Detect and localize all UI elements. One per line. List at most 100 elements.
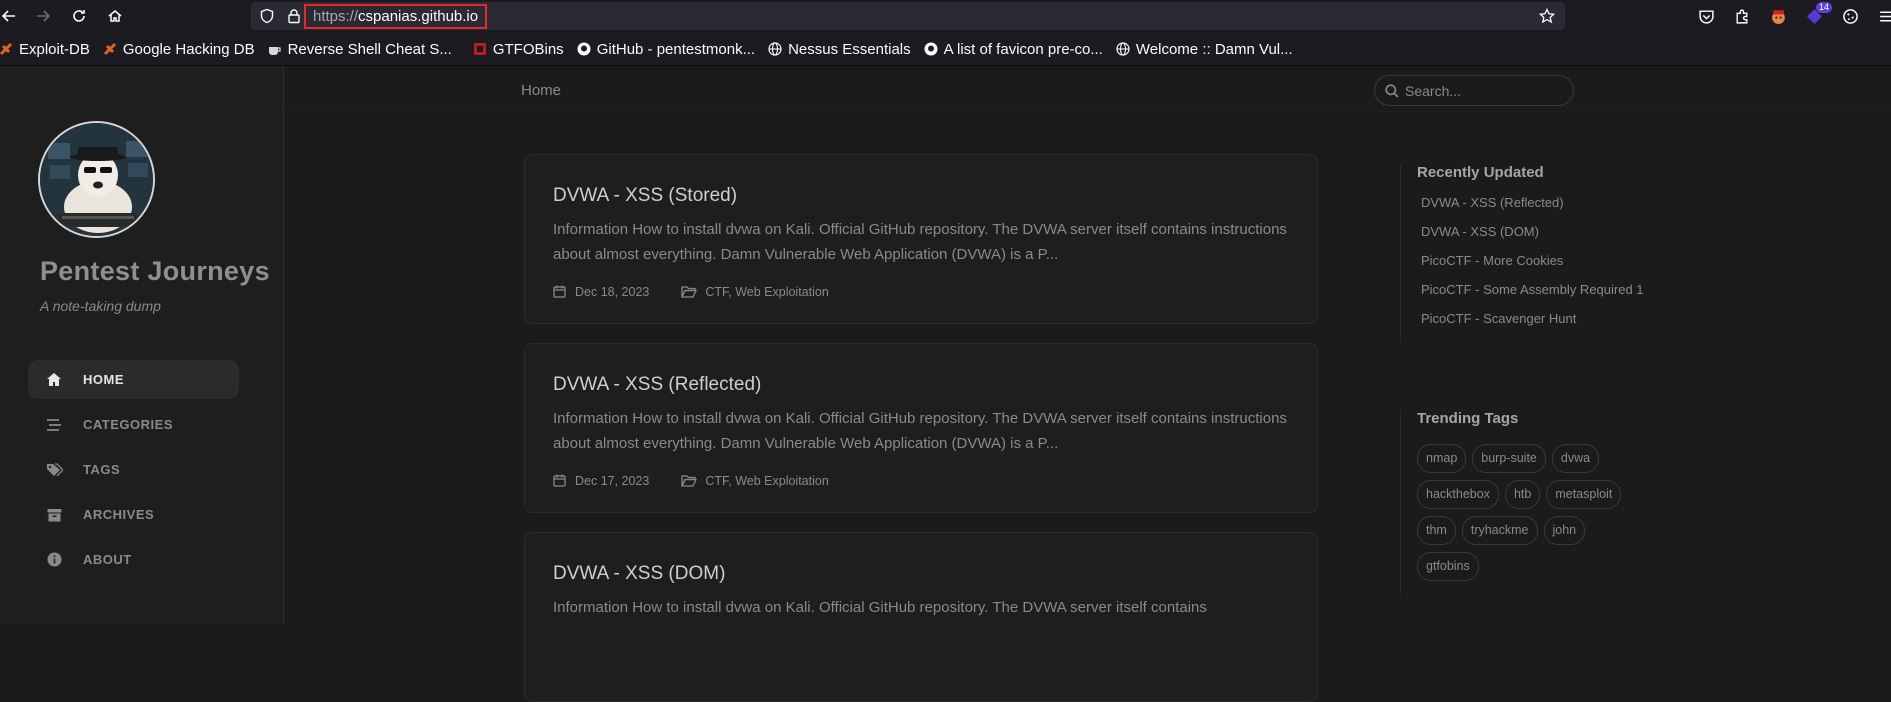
- back-button[interactable]: [0, 2, 23, 30]
- nav-item-archives[interactable]: ARCHIVES: [28, 495, 239, 534]
- post-excerpt: Information How to install dvwa on Kali.…: [553, 595, 1293, 620]
- ghdb-icon: [102, 41, 118, 57]
- shield-icon[interactable]: [259, 8, 275, 24]
- recent-post-link[interactable]: PicoCTF - Scavenger Hunt: [1421, 311, 1644, 340]
- tag-link[interactable]: tryhackme: [1462, 516, 1538, 545]
- tag-link[interactable]: nmap: [1417, 444, 1466, 473]
- recent-post-link[interactable]: DVWA - XSS (DOM): [1421, 224, 1644, 253]
- archive-icon: [45, 506, 63, 524]
- exploitdb-icon: [0, 41, 14, 57]
- github-icon: [576, 41, 592, 57]
- search-box[interactable]: [1374, 75, 1574, 106]
- tag-link[interactable]: thm: [1417, 516, 1456, 545]
- post-title[interactable]: DVWA - XSS (Reflected): [553, 374, 761, 396]
- page: Pentest Journeys A note-taking dump HOME…: [0, 66, 1891, 624]
- nav-item-categories[interactable]: CATEGORIES: [28, 405, 239, 444]
- lock-icon[interactable]: [286, 8, 302, 24]
- forward-button[interactable]: [29, 2, 57, 30]
- post-meta: Dec 18, 2023 CTF, Web Exploitation: [553, 285, 829, 299]
- pocket-button[interactable]: [1688, 3, 1724, 30]
- site-title[interactable]: Pentest Journeys: [40, 256, 270, 287]
- tag-link[interactable]: dvwa: [1552, 444, 1599, 473]
- post-excerpt: Information How to install dvwa on Kali.…: [553, 406, 1293, 456]
- arrow-right-icon: [35, 8, 51, 24]
- cookie-extension[interactable]: [1832, 3, 1868, 30]
- extensions-button[interactable]: [1724, 3, 1760, 30]
- tag-link[interactable]: gtfobins: [1417, 552, 1479, 581]
- toolbar-right-icons: 14: [1688, 3, 1891, 30]
- bookmark-favicon-list[interactable]: A list of favicon pre-co...: [917, 36, 1109, 62]
- globe-icon: [1115, 41, 1131, 57]
- recently-updated-panel: Recently Updated DVWA - XSS (Reflected) …: [1400, 164, 1644, 342]
- nav-item-about[interactable]: ABOUT: [28, 540, 239, 579]
- foxyproxy-extension[interactable]: [1760, 3, 1796, 30]
- tag-link[interactable]: burp-suite: [1472, 444, 1546, 473]
- post-card[interactable]: DVWA - XSS (Stored) Information How to i…: [524, 154, 1318, 324]
- url-host: cspanias.github.io: [358, 8, 478, 25]
- recent-post-link[interactable]: DVWA - XSS (Reflected): [1421, 195, 1644, 224]
- home-icon: [107, 8, 123, 24]
- avatar[interactable]: [38, 121, 155, 238]
- reload-icon: [71, 8, 87, 24]
- breadcrumb: Home: [521, 82, 561, 99]
- nav-label: ARCHIVES: [83, 507, 154, 522]
- bookmark-github-pentestmonkey[interactable]: GitHub - pentestmonk...: [570, 36, 761, 62]
- topbar: Home: [285, 66, 1891, 112]
- recent-post-link[interactable]: PicoCTF - Some Assembly Required 1: [1421, 282, 1644, 311]
- search-icon: [1385, 84, 1399, 98]
- bookmark-reverse-shell[interactable]: Reverse Shell Cheat S...: [261, 36, 458, 62]
- bookmark-google-hacking-db[interactable]: Google Hacking DB: [96, 36, 261, 62]
- menu-button[interactable]: [1868, 3, 1891, 30]
- stream-icon: [45, 416, 63, 434]
- fox-extension-icon: [1770, 8, 1787, 25]
- browser-toolbar: https://cspanias.github.io 14: [0, 0, 1891, 33]
- github-icon: [923, 41, 939, 57]
- bookmark-star-icon[interactable]: [1539, 8, 1555, 24]
- wappalyzer-extension[interactable]: 14: [1796, 3, 1832, 30]
- tag-link[interactable]: hackthebox: [1417, 480, 1499, 509]
- tag-link[interactable]: john: [1544, 516, 1586, 545]
- extension-badge: 14: [1816, 2, 1832, 13]
- recent-post-link[interactable]: PicoCTF - More Cookies: [1421, 253, 1644, 282]
- search-input[interactable]: [1405, 83, 1555, 99]
- pocket-icon: [1698, 8, 1715, 25]
- bookmark-label: Google Hacking DB: [123, 41, 255, 58]
- trending-tags-panel: Trending Tags nmap burp-suite dvwa hackt…: [1400, 410, 1657, 594]
- bookmark-label: Nessus Essentials: [788, 41, 911, 58]
- tag-cloud: nmap burp-suite dvwa hackthebox htb meta…: [1417, 444, 1657, 588]
- nav-label: ABOUT: [83, 552, 132, 567]
- post-categories[interactable]: CTF, Web Exploitation: [705, 285, 828, 299]
- gtfobins-icon: [472, 41, 488, 57]
- bookmarks-bar: Exploit-DB Google Hacking DB Reverse She…: [0, 33, 1891, 66]
- nav-label: CATEGORIES: [83, 417, 173, 432]
- post-card[interactable]: DVWA - XSS (Reflected) Information How t…: [524, 343, 1318, 513]
- bookmark-nessus[interactable]: Nessus Essentials: [761, 36, 917, 62]
- url-bar[interactable]: https://cspanias.github.io: [251, 2, 1565, 30]
- calendar-icon: [553, 285, 567, 299]
- folder-open-icon: [681, 285, 697, 299]
- post-title[interactable]: DVWA - XSS (Stored): [553, 185, 737, 207]
- tag-link[interactable]: htb: [1505, 480, 1540, 509]
- post-categories[interactable]: CTF, Web Exploitation: [705, 474, 828, 488]
- nav-item-tags[interactable]: TAGS: [28, 450, 239, 489]
- post-card[interactable]: DVWA - XSS (DOM) Information How to inst…: [524, 532, 1318, 702]
- url-text[interactable]: https://cspanias.github.io: [304, 4, 487, 29]
- globe-icon: [767, 41, 783, 57]
- hamburger-menu-icon: [1878, 8, 1891, 25]
- bookmark-exploit-db[interactable]: Exploit-DB: [0, 36, 96, 62]
- bookmark-label: GitHub - pentestmonk...: [597, 41, 755, 58]
- calendar-icon: [553, 474, 567, 488]
- post-title[interactable]: DVWA - XSS (DOM): [553, 563, 725, 585]
- bookmark-gtfobins[interactable]: GTFOBins: [466, 36, 570, 62]
- tag-link[interactable]: metasploit: [1546, 480, 1621, 509]
- nav-item-home[interactable]: HOME: [28, 360, 239, 399]
- sidebar-nav: HOME CATEGORIES TAGS ARCHIVES ABOUT: [28, 360, 239, 585]
- home-button[interactable]: [101, 2, 129, 30]
- folder-open-icon: [681, 474, 697, 488]
- nav-label: HOME: [83, 372, 124, 387]
- puzzle-icon: [1734, 8, 1751, 25]
- bookmark-dvwa[interactable]: Welcome :: Damn Vul...: [1109, 36, 1299, 62]
- sidebar: Pentest Journeys A note-taking dump HOME…: [0, 66, 284, 624]
- post-excerpt: Information How to install dvwa on Kali.…: [553, 217, 1293, 267]
- reload-button[interactable]: [65, 2, 93, 30]
